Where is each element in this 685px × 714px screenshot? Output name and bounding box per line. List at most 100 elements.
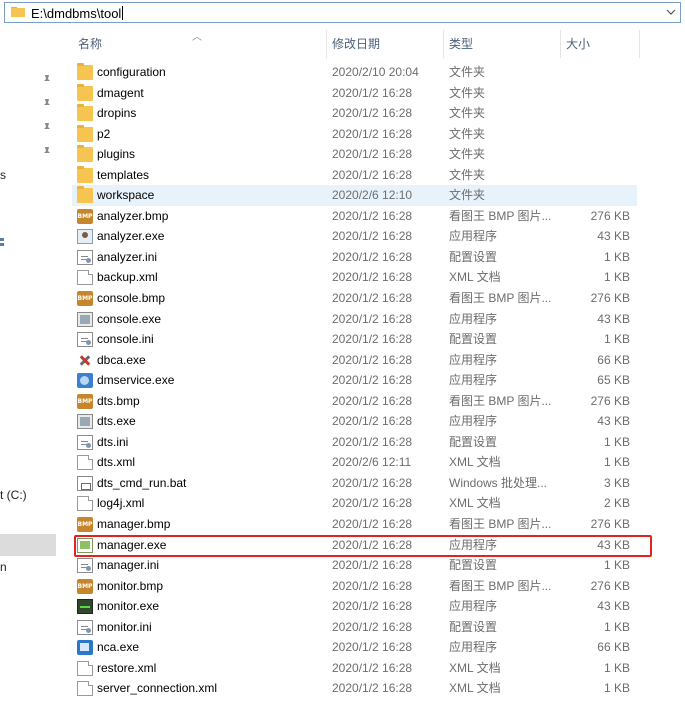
file-name: dbca.exe — [97, 352, 146, 367]
file-date: 2020/1/2 16:28 — [332, 599, 413, 614]
nav-item[interactable]: s — [0, 168, 6, 182]
file-row[interactable]: nca.exe 2020/1/2 16:28 应用程序 66 KB — [72, 637, 637, 658]
file-type: 应用程序 — [449, 373, 498, 388]
file-type: 应用程序 — [449, 599, 498, 614]
file-size: 2 KB — [603, 496, 630, 511]
file-type: 文件夹 — [449, 106, 486, 121]
folder-icon — [77, 83, 93, 101]
file-row[interactable]: BMP monitor.bmp 2020/1/2 16:28 看图王 BMP 图片..… — [72, 576, 637, 597]
file-icon — [77, 270, 93, 286]
folder-icon — [77, 124, 93, 142]
pin-icon[interactable] — [42, 122, 52, 134]
file-row[interactable]: monitor.exe 2020/1/2 16:28 应用程序 43 KB — [72, 596, 637, 617]
file-row[interactable]: console.ini 2020/1/2 16:28 配置设置 1 KB — [72, 329, 637, 350]
file-size: 1 KB — [603, 660, 630, 675]
file-row[interactable]: restore.xml 2020/1/2 16:28 XML 文档 1 KB — [72, 658, 637, 679]
file-type: Windows 批处理... — [449, 475, 548, 490]
column-header-type[interactable]: 类型 — [443, 30, 560, 58]
pin-icon[interactable] — [42, 74, 52, 86]
file-size: 1 KB — [603, 455, 630, 470]
file-row[interactable]: dts_cmd_run.bat 2020/1/2 16:28 Windows 批处理… — [72, 473, 637, 494]
file-row[interactable]: manager.ini 2020/1/2 16:28 配置设置 1 KB — [72, 555, 637, 576]
column-header-name[interactable]: 名称 — [72, 30, 322, 58]
file-row[interactable]: console.exe 2020/1/2 16:28 应用程序 43 KB — [72, 309, 637, 330]
pin-icon[interactable] — [42, 146, 52, 158]
file-icon — [77, 455, 93, 471]
file-row[interactable]: BMP manager.bmp 2020/1/2 16:28 看图王 BMP 图片..… — [72, 514, 637, 535]
nav-item[interactable]: n — [0, 560, 7, 574]
column-header-size[interactable]: 大小 — [560, 30, 640, 58]
file-date: 2020/2/6 12:11 — [332, 455, 412, 470]
file-row[interactable]: dts.xml 2020/2/6 12:11 XML 文档 1 KB — [72, 452, 637, 473]
file-row[interactable]: dts.exe 2020/1/2 16:28 应用程序 43 KB — [72, 411, 637, 432]
navigation-pane: s t (C:) n — [0, 24, 60, 714]
file-date: 2020/1/2 16:28 — [332, 106, 413, 121]
folder-icon — [77, 145, 93, 163]
file-row[interactable]: templates 2020/1/2 16:28 文件夹 — [72, 165, 637, 186]
nav-item-icon[interactable] — [0, 236, 6, 250]
file-row[interactable]: server_connection.xml 2020/1/2 16:28 XML 文… — [72, 678, 637, 699]
file-name: workspace — [97, 188, 155, 203]
address-path[interactable]: E:\dmdbms\tool — [31, 6, 124, 21]
file-size: 276 KB — [590, 578, 630, 593]
file-date: 2020/1/2 16:28 — [332, 147, 413, 162]
file-size: 1 KB — [603, 558, 630, 573]
file-row[interactable]: dropins 2020/1/2 16:28 文件夹 — [72, 103, 637, 124]
app-icon — [77, 311, 93, 327]
nca-icon — [77, 640, 93, 656]
file-row[interactable]: log4j.xml 2020/1/2 16:28 XML 文档 2 KB — [72, 493, 637, 514]
file-row[interactable]: dts.ini 2020/1/2 16:28 配置设置 1 KB — [72, 432, 637, 453]
file-date: 2020/1/2 16:28 — [332, 270, 413, 285]
file-date: 2020/1/2 16:28 — [332, 291, 413, 306]
file-type: 配置设置 — [449, 249, 498, 264]
ini-icon — [77, 434, 93, 450]
highlight-box — [74, 535, 652, 557]
file-type: 看图王 BMP 图片... — [449, 393, 552, 408]
file-type: 配置设置 — [449, 434, 498, 449]
address-bar[interactable]: E:\dmdbms\tool — [4, 2, 681, 23]
file-size: 3 KB — [603, 475, 630, 490]
file-date: 2020/1/2 16:28 — [332, 681, 413, 696]
file-row[interactable]: dmservice.exe 2020/1/2 16:28 应用程序 65 KB — [72, 370, 637, 391]
file-row[interactable]: backup.xml 2020/1/2 16:28 XML 文档 1 KB — [72, 267, 637, 288]
file-type: 配置设置 — [449, 332, 498, 347]
nav-item-selected[interactable] — [0, 534, 56, 556]
file-row[interactable]: dbca.exe 2020/1/2 16:28 应用程序 66 KB — [72, 350, 637, 371]
file-row[interactable]: p2 2020/1/2 16:28 文件夹 — [72, 124, 637, 145]
file-name: manager.ini — [97, 558, 160, 573]
ini-icon — [77, 332, 93, 348]
nav-item-drive-c[interactable]: t (C:) — [0, 488, 27, 502]
file-size: 1 KB — [603, 249, 630, 264]
file-row[interactable]: workspace 2020/2/6 12:10 文件夹 — [72, 185, 637, 206]
bmp-icon: BMP — [77, 291, 93, 307]
file-row[interactable]: BMP console.bmp 2020/1/2 16:28 看图王 BMP 图片..… — [72, 288, 637, 309]
file-date: 2020/1/2 16:28 — [332, 249, 413, 264]
file-row[interactable]: BMP analyzer.bmp 2020/1/2 16:28 看图王 BMP 图片.… — [72, 206, 637, 227]
chevron-down-icon[interactable] — [666, 7, 676, 17]
file-row[interactable]: BMP dts.bmp 2020/1/2 16:28 看图王 BMP 图片... 276… — [72, 391, 637, 412]
file-name: log4j.xml — [97, 496, 145, 511]
file-row[interactable]: configuration 2020/2/10 20:04 文件夹 — [72, 62, 637, 83]
pin-icon[interactable] — [42, 98, 52, 110]
file-type: 文件夹 — [449, 167, 486, 182]
file-type: 应用程序 — [449, 640, 498, 655]
file-row[interactable]: dmagent 2020/1/2 16:28 文件夹 — [72, 83, 637, 104]
file-name: monitor.bmp — [97, 578, 164, 593]
file-size: 66 KB — [597, 352, 630, 367]
file-row[interactable]: monitor.ini 2020/1/2 16:28 配置设置 1 KB — [72, 617, 637, 638]
file-name: console.bmp — [97, 291, 166, 306]
service-icon — [77, 373, 93, 389]
folder-icon — [77, 63, 93, 80]
file-row[interactable]: analyzer.exe 2020/1/2 16:28 应用程序 43 KB — [72, 226, 637, 247]
file-row[interactable]: plugins 2020/1/2 16:28 文件夹 — [72, 144, 637, 165]
column-header-date[interactable]: 修改日期 — [326, 30, 443, 58]
folder-icon — [11, 7, 25, 17]
file-name: dts.ini — [97, 434, 129, 449]
file-type: 看图王 BMP 图片... — [449, 208, 552, 223]
file-name: dts.xml — [97, 455, 136, 470]
file-type: 应用程序 — [449, 311, 498, 326]
file-name: analyzer.exe — [97, 229, 165, 244]
file-row[interactable]: analyzer.ini 2020/1/2 16:28 配置设置 1 KB — [72, 247, 637, 268]
column-divider[interactable] — [639, 30, 640, 58]
column-header: ︿ 名称 修改日期 类型 大小 — [72, 30, 652, 58]
